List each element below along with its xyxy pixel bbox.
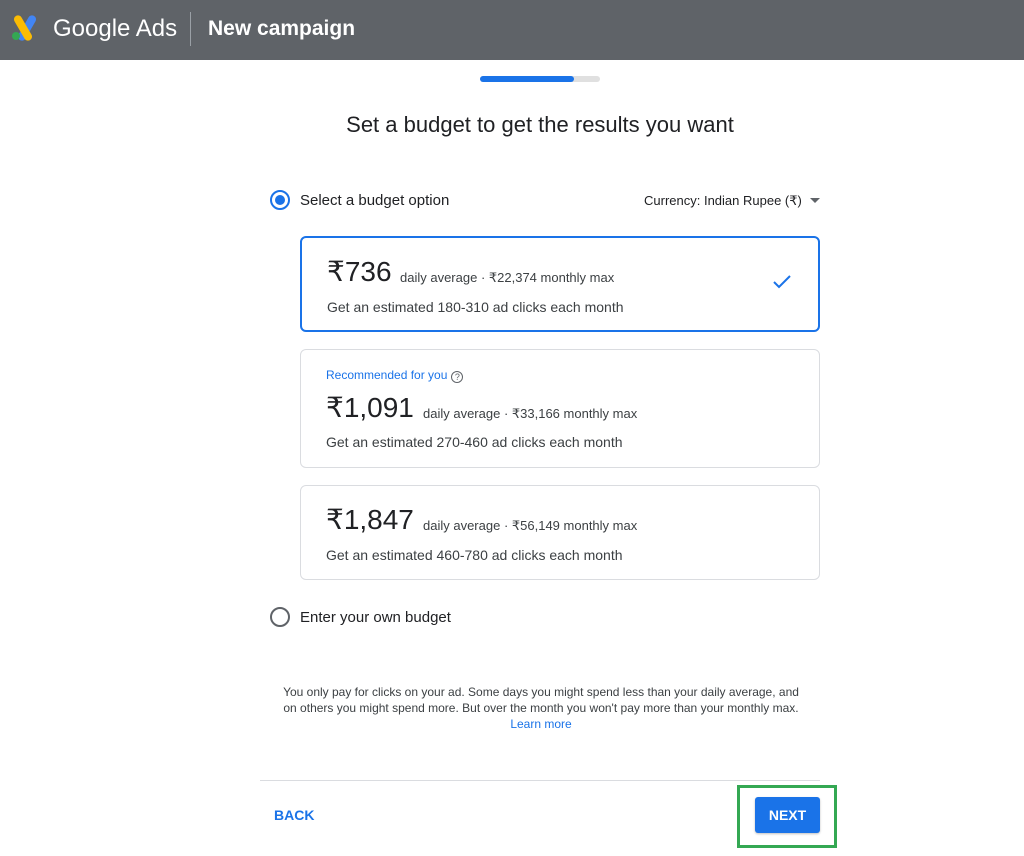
budget-clicks: Get an estimated 180-310 ad clicks each … xyxy=(327,299,624,315)
budget-clicks: Get an estimated 270-460 ad clicks each … xyxy=(326,434,623,450)
page-name: New campaign xyxy=(208,17,356,40)
learn-more-link[interactable]: Learn more xyxy=(510,717,571,731)
budget-card-1091[interactable]: Recommended for you? ₹1,091 daily averag… xyxy=(300,349,820,468)
budget-card-1847[interactable]: ₹1,847 daily average · ₹56,149 monthly m… xyxy=(300,485,820,580)
progress-bar xyxy=(480,76,600,82)
billing-note: You only pay for clicks on your ad. Some… xyxy=(276,684,806,732)
help-icon[interactable]: ? xyxy=(451,371,464,383)
recommended-text: Recommended for you xyxy=(326,368,448,382)
check-icon xyxy=(773,275,791,289)
header-divider xyxy=(190,12,191,46)
budget-meta: daily average · ₹33,166 monthly max xyxy=(423,406,638,421)
budget-meta: daily average · ₹22,374 monthly max xyxy=(400,270,615,285)
next-button[interactable]: NEXT xyxy=(755,797,820,833)
own-budget-label[interactable]: Enter your own budget xyxy=(300,608,451,628)
own-budget-radio[interactable] xyxy=(270,607,290,627)
page-title: Set a budget to get the results you want xyxy=(346,112,734,137)
back-button[interactable]: BACK xyxy=(274,806,314,824)
top-bar: Google Ads New campaign xyxy=(0,0,1024,60)
currency-label: Currency: Indian Rupee (₹) xyxy=(644,193,802,208)
budget-option-radio[interactable] xyxy=(270,190,290,210)
google-ads-logo-icon[interactable] xyxy=(10,15,40,41)
caret-down-icon xyxy=(809,198,820,203)
budget-amount: ₹1,847 xyxy=(326,504,414,535)
budget-card-736[interactable]: ₹736 daily average · ₹22,374 monthly max… xyxy=(300,236,820,332)
budget-meta: daily average · ₹56,149 monthly max xyxy=(423,518,638,533)
budget-amount: ₹1,091 xyxy=(326,392,414,423)
budget-amount: ₹736 xyxy=(327,256,392,287)
footer-divider xyxy=(260,780,820,781)
progress-fill xyxy=(480,76,574,82)
budget-clicks: Get an estimated 460-780 ad clicks each … xyxy=(326,547,623,563)
budget-option-label[interactable]: Select a budget option xyxy=(300,191,449,211)
recommended-label: Recommended for you? xyxy=(326,367,464,383)
billing-note-text: You only pay for clicks on your ad. Some… xyxy=(283,685,799,715)
brand-name[interactable]: Google Ads xyxy=(53,14,177,44)
currency-dropdown[interactable]: Currency: Indian Rupee (₹) xyxy=(644,192,820,210)
